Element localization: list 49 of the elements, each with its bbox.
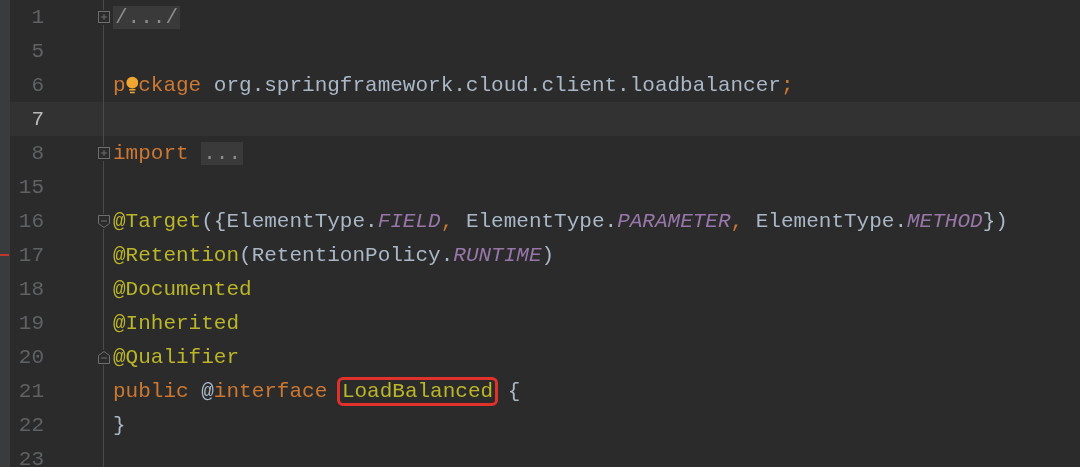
code-token: ;	[780, 73, 794, 97]
code-token: @Documented	[113, 277, 252, 301]
code-token: interface	[213, 379, 329, 403]
code-token: FIELD	[377, 209, 441, 233]
code-token: METHOD	[907, 209, 983, 233]
line-number: 1	[30, 5, 44, 29]
fold-collapse-icon[interactable]	[97, 213, 111, 229]
fold-collapse-icon[interactable]	[97, 349, 111, 365]
code-token: @Inherited	[113, 311, 240, 335]
code-token: @Retention	[113, 243, 240, 267]
line-number: 5	[30, 39, 44, 63]
code-token: public	[113, 379, 189, 403]
line-number: 17	[17, 243, 44, 267]
line-number: 23	[17, 447, 44, 467]
code-token: ElementType.	[755, 209, 907, 233]
lightbulb-icon[interactable]	[125, 74, 139, 96]
line-number: 22	[17, 413, 44, 437]
code-token: @Target	[113, 209, 202, 233]
line-number: 8	[30, 141, 44, 165]
code-token: (RetentionPolicy.	[239, 243, 454, 267]
code-token: org.springframework.cloud.client.loadbalancer	[212, 73, 781, 97]
code-token: ElementType.	[465, 209, 618, 233]
code-token: }	[113, 413, 126, 437]
folded-code[interactable]: ...	[201, 141, 244, 165]
code-token: ,	[730, 209, 745, 233]
line-number: 16	[17, 209, 44, 233]
code-token: {	[506, 379, 521, 403]
folded-code[interactable]: /.../	[113, 5, 180, 29]
code-token: ({ElementType.	[201, 209, 378, 233]
fold-expand-icon[interactable]	[97, 9, 111, 25]
line-number: 20	[17, 345, 44, 369]
line-number: 21	[17, 379, 44, 403]
code-token: })	[982, 209, 1008, 233]
code-token: @	[200, 379, 214, 403]
code-token: p	[113, 73, 126, 97]
code-token: @Qualifier	[113, 345, 240, 369]
line-number: 6	[30, 73, 44, 97]
line-number: 19	[17, 311, 44, 335]
code-token: ,	[440, 209, 455, 233]
highlighted-identifier: LoadBalanced	[336, 376, 499, 406]
code-token: RUNTIME	[453, 243, 542, 267]
code-token: import	[113, 141, 190, 165]
line-number: 15	[17, 175, 44, 199]
line-number: 18	[17, 277, 44, 301]
fold-expand-icon[interactable]	[97, 145, 111, 161]
line-number: 7	[30, 107, 44, 131]
code-token: )	[541, 243, 555, 267]
code-token: ckage	[138, 73, 202, 97]
code-token: PARAMETER	[617, 209, 731, 233]
